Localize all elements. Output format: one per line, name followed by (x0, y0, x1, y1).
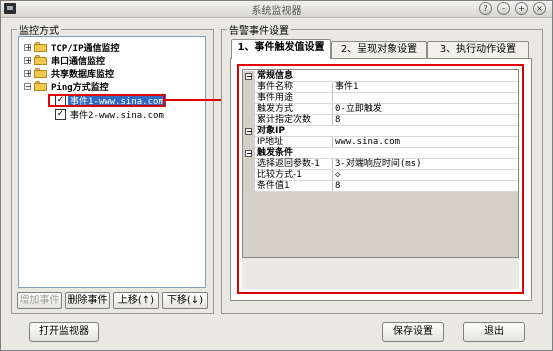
exit-button[interactable]: 退出 (463, 322, 525, 342)
tree-node-ping[interactable]: Ping方式监控 (51, 80, 109, 93)
property-grid-highlight (237, 64, 524, 294)
tab-trigger-settings[interactable]: 1、事件触发值设置 (231, 39, 331, 59)
window-title: 系统监视器 (251, 6, 302, 17)
help-icon[interactable]: ? (479, 2, 492, 15)
collapse-icon[interactable]: − (24, 83, 32, 91)
monitor-tree[interactable]: + TCP/IP通信监控 + 串口通信监控 + 共享数据库监控 − Ping方式… (18, 36, 206, 288)
title-bar[interactable]: 系统监视器 ? – + × (1, 1, 552, 18)
expand-icon[interactable]: + (24, 57, 32, 65)
checkbox-icon[interactable]: ✓ (55, 109, 66, 120)
delete-event-button[interactable]: 删除事件 (65, 292, 110, 309)
folder-icon (34, 55, 47, 65)
move-down-button[interactable]: 下移(↓) (162, 292, 208, 309)
minimize-icon[interactable]: – (497, 2, 510, 15)
expand-icon[interactable]: + (24, 44, 32, 52)
main-window: 系统监视器 ? – + × 监控方式 + TCP/IP通信监控 + 串口通信监控… (0, 0, 553, 351)
tab-display-object[interactable]: 2、呈现对象设置 (331, 41, 427, 58)
close-icon[interactable]: × (533, 2, 546, 15)
selection-highlight (48, 94, 165, 107)
alarm-settings-label: 告警事件设置 (227, 22, 291, 37)
monitor-method-label: 监控方式 (17, 22, 61, 37)
open-monitor-button[interactable]: 打开监视器 (29, 322, 99, 342)
tree-node-serial[interactable]: 串口通信监控 (51, 54, 105, 67)
tree-node-event2[interactable]: 事件2-www.sina.com (70, 108, 164, 121)
tab-execute-action[interactable]: 3、执行动作设置 (427, 41, 529, 58)
folder-icon (34, 68, 47, 78)
folder-open-icon (34, 81, 47, 91)
add-event-button[interactable]: 增加事件 (17, 292, 62, 309)
maximize-icon[interactable]: + (515, 2, 528, 15)
expand-icon[interactable]: + (24, 70, 32, 78)
move-up-button[interactable]: 上移(↑) (113, 292, 159, 309)
tree-node-tcpip[interactable]: TCP/IP通信监控 (51, 41, 120, 54)
save-settings-button[interactable]: 保存设置 (382, 322, 444, 342)
tree-node-shared-db[interactable]: 共享数据库监控 (51, 67, 114, 80)
folder-icon (34, 42, 47, 52)
